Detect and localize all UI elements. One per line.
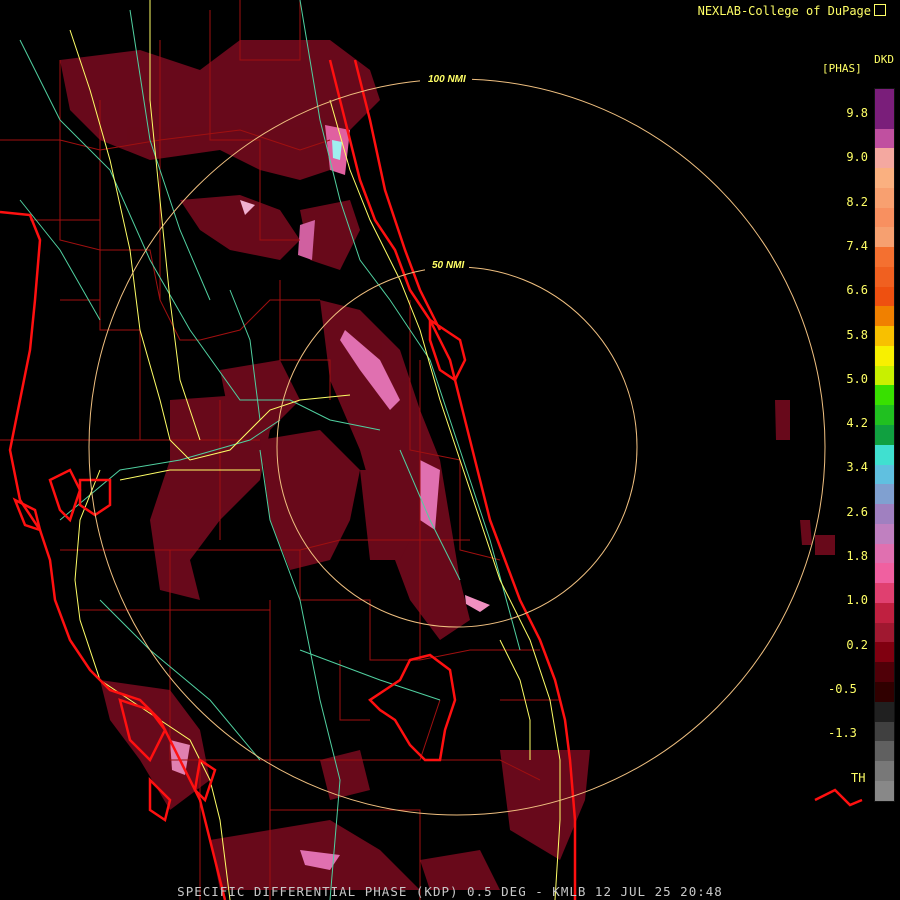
color-scale-segment bbox=[875, 425, 894, 445]
color-scale-segment bbox=[875, 345, 894, 366]
color-scale-tick: 7.4 bbox=[846, 238, 868, 253]
color-scale-tick: 4.2 bbox=[846, 416, 868, 431]
product-code: DKD bbox=[874, 53, 894, 66]
color-scale-segment bbox=[875, 187, 894, 208]
color-scale-segment bbox=[875, 780, 894, 801]
color-scale-segment bbox=[875, 761, 894, 781]
color-scale-segment bbox=[875, 701, 894, 722]
color-scale-segment bbox=[875, 306, 894, 327]
radar-map: 100 NMI 50 NMI bbox=[0, 0, 863, 900]
color-scale-segment bbox=[875, 89, 894, 109]
color-scale-tick: -0.5 bbox=[828, 681, 857, 696]
color-scale-segment bbox=[875, 563, 894, 584]
color-scale-segment bbox=[875, 286, 894, 307]
color-scale-tick: 1.8 bbox=[846, 549, 868, 563]
color-scale-tick: 5.0 bbox=[846, 371, 868, 386]
color-scale-tick: 3.4 bbox=[846, 460, 868, 475]
color-scale-tick: 1.0 bbox=[846, 593, 868, 608]
color-scale-tick: -1.3 bbox=[828, 726, 857, 741]
color-scale-segment bbox=[875, 464, 894, 485]
credit-text: NEXLAB-College of DuPage bbox=[697, 4, 871, 18]
color-scale-segment bbox=[875, 484, 894, 505]
color-scale-bar bbox=[874, 88, 895, 802]
color-scale-segment bbox=[875, 326, 894, 346]
color-scale-tick: 2.6 bbox=[846, 504, 868, 519]
unit-label: [PHAS] bbox=[822, 62, 862, 75]
color-scale-segment bbox=[875, 405, 894, 426]
color-scale-segment bbox=[875, 721, 894, 742]
credit-label: NEXLAB-College of DuPage bbox=[698, 4, 886, 18]
color-scale-segment bbox=[875, 622, 894, 643]
color-scale-segment bbox=[875, 385, 894, 406]
color-scale-segment bbox=[875, 266, 894, 287]
color-scale-segment bbox=[875, 602, 894, 623]
color-scale-segment bbox=[875, 681, 894, 702]
color-scale-segment bbox=[875, 741, 894, 762]
color-scale-segment bbox=[875, 504, 894, 524]
color-scale-tick: 5.8 bbox=[846, 327, 868, 342]
color-scale-segment bbox=[875, 108, 894, 129]
range-ring-100-label: 100 NMI bbox=[428, 74, 466, 85]
nexlab-logo-icon bbox=[874, 4, 886, 16]
threshold-label: TH bbox=[851, 771, 866, 785]
color-scale-segment bbox=[875, 642, 894, 663]
color-scale-segment bbox=[875, 523, 894, 544]
color-scale-segment bbox=[875, 247, 894, 267]
color-scale-segment bbox=[875, 543, 894, 564]
color-scale-tick: 9.8 bbox=[846, 106, 868, 120]
color-scale-segment bbox=[875, 365, 894, 386]
color-scale-segment bbox=[875, 662, 894, 682]
color-scale-segment bbox=[875, 148, 894, 169]
color-scale-tick: 9.0 bbox=[846, 150, 868, 165]
color-scale-segment bbox=[875, 227, 894, 248]
product-caption: SPECIFIC DIFFERENTIAL PHASE (KDP) 0.5 DE… bbox=[177, 884, 723, 899]
color-scale-tick: 6.6 bbox=[846, 283, 868, 298]
color-scale-segment bbox=[875, 207, 894, 228]
color-scale-segment bbox=[875, 583, 894, 603]
color-scale-tick: 0.2 bbox=[846, 637, 868, 652]
color-scale-segment bbox=[875, 444, 894, 465]
color-scale-tick: 8.2 bbox=[846, 194, 868, 209]
range-ring-50-label: 50 NMI bbox=[432, 260, 464, 271]
color-scale-segment bbox=[875, 128, 894, 149]
color-scale-segment bbox=[875, 168, 894, 188]
